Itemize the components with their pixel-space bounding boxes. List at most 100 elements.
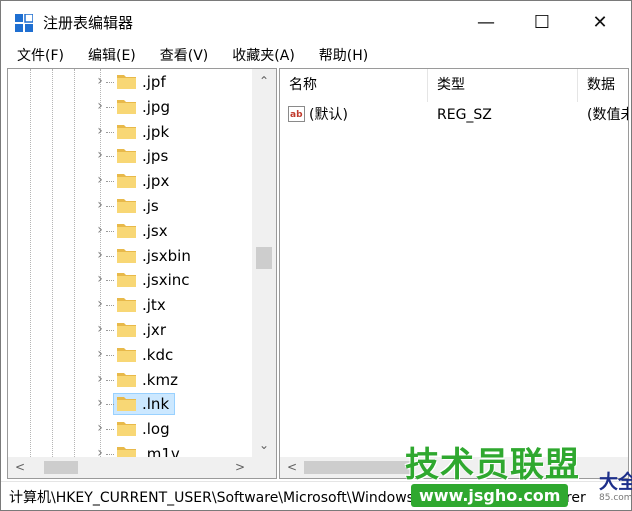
folder-icon bbox=[117, 447, 136, 457]
tree-item[interactable]: › .log bbox=[8, 417, 252, 441]
chevron-right-icon[interactable]: › bbox=[94, 98, 106, 114]
tree-item-label: .jtx bbox=[142, 296, 166, 315]
chevron-right-icon[interactable]: › bbox=[94, 247, 106, 263]
menu-view[interactable]: 查看(V) bbox=[152, 45, 217, 65]
tree-item-label: .jsx bbox=[142, 221, 168, 240]
scroll-up-arrow-icon[interactable]: ⌃ bbox=[252, 71, 276, 91]
folder-icon bbox=[117, 397, 136, 412]
tree-connector-line bbox=[106, 379, 114, 381]
tree-horizontal-scroll-thumb[interactable] bbox=[44, 461, 78, 474]
folder-icon bbox=[117, 124, 136, 139]
tree-item-label: .jpg bbox=[142, 97, 170, 116]
tree-connector-line bbox=[106, 454, 114, 455]
close-icon: ✕ bbox=[592, 11, 608, 33]
tree-item-label: .jpk bbox=[142, 122, 170, 141]
watermark-brand: 技术员联盟 bbox=[405, 445, 580, 485]
tree-item[interactable]: › .jsxbin bbox=[8, 244, 252, 268]
tree-item[interactable]: › .jpk bbox=[8, 120, 252, 144]
chevron-right-icon[interactable]: › bbox=[94, 172, 106, 188]
folder-icon bbox=[117, 248, 136, 263]
chevron-right-icon[interactable]: › bbox=[94, 346, 106, 362]
column-header-name[interactable]: 名称 bbox=[280, 69, 428, 102]
tree-connector-line bbox=[106, 206, 114, 207]
svg-text:ab: ab bbox=[290, 110, 303, 120]
tree-vertical-scrollbar[interactable]: ⌃ ⌄ bbox=[252, 69, 276, 457]
tree-item[interactable]: › .js bbox=[8, 194, 252, 218]
tree-item[interactable]: › .jpx bbox=[8, 169, 252, 193]
folder-icon bbox=[117, 149, 136, 164]
tree-item[interactable]: › .jsx bbox=[8, 219, 252, 243]
value-type: REG_SZ bbox=[437, 107, 492, 123]
title-bar[interactable]: 注册表编辑器 — ☐ ✕ bbox=[1, 1, 631, 43]
chevron-right-icon[interactable]: › bbox=[94, 197, 106, 213]
chevron-right-icon[interactable]: › bbox=[94, 371, 106, 387]
tree-horizontal-scrollbar[interactable]: < > bbox=[8, 457, 252, 478]
menu-file[interactable]: 文件(F) bbox=[9, 45, 72, 65]
tree-item-label: .jpf bbox=[142, 73, 166, 91]
tree-item[interactable]: › .lnk bbox=[8, 392, 252, 416]
tree-item-label: .jsxinc bbox=[142, 271, 190, 290]
tree-item-label: .jps bbox=[142, 147, 169, 166]
folder-icon bbox=[117, 174, 136, 189]
registry-editor-app-icon bbox=[15, 14, 33, 32]
tree-item[interactable]: › .jtx bbox=[8, 293, 252, 317]
key-tree[interactable]: › .jpf › .jpg › .jpk › .jps › .jpx › .js › .jsx › .jsxb… bbox=[8, 69, 252, 457]
menu-edit[interactable]: 编辑(E) bbox=[80, 45, 144, 65]
tree-item-label: .jpx bbox=[142, 172, 170, 191]
tree-item[interactable]: › .kdc bbox=[8, 343, 252, 367]
watermark-small: 85.com bbox=[599, 493, 632, 503]
chevron-right-icon[interactable]: › bbox=[94, 420, 106, 436]
chevron-right-icon[interactable]: › bbox=[94, 395, 106, 411]
chevron-right-icon[interactable]: › bbox=[94, 321, 106, 337]
tree-item[interactable]: › .jsxinc bbox=[8, 268, 252, 292]
scroll-left-arrow-icon[interactable]: < bbox=[282, 457, 302, 478]
chevron-right-icon[interactable]: › bbox=[94, 123, 106, 139]
list-horizontal-scroll-thumb[interactable] bbox=[304, 461, 414, 474]
tree-connector-line bbox=[106, 106, 114, 108]
folder-icon bbox=[117, 223, 136, 238]
tree-item[interactable]: › .jxr bbox=[8, 318, 252, 342]
minimize-button[interactable]: — bbox=[463, 1, 509, 43]
scrollbar-corner bbox=[252, 457, 276, 478]
maximize-button[interactable]: ☐ bbox=[519, 1, 565, 43]
tree-vertical-scroll-thumb[interactable] bbox=[256, 247, 272, 269]
chevron-right-icon[interactable]: › bbox=[94, 445, 106, 457]
tree-item[interactable]: › .jpg bbox=[8, 95, 252, 119]
key-tree-pane[interactable]: › .jpf › .jpg › .jpk › .jps › .jpx › .js › .jsx › .jsxb… bbox=[7, 68, 277, 479]
value-list-pane[interactable]: 名称 类型 数据 ab (默认) REG_SZ (数值未 < bbox=[279, 68, 629, 479]
scroll-down-arrow-icon[interactable]: ⌄ bbox=[252, 435, 276, 455]
tree-connector-line bbox=[106, 255, 114, 257]
menu-favorites[interactable]: 收藏夹(A) bbox=[224, 45, 303, 65]
column-header-type[interactable]: 类型 bbox=[428, 69, 578, 102]
minimize-icon: — bbox=[477, 11, 495, 33]
chevron-right-icon[interactable]: › bbox=[94, 147, 106, 163]
folder-icon bbox=[117, 273, 136, 288]
chevron-right-icon[interactable]: › bbox=[94, 222, 106, 238]
tree-connector-line bbox=[106, 131, 114, 133]
tree-item[interactable]: › .m1v bbox=[8, 442, 252, 457]
tree-item[interactable]: › .jpf bbox=[8, 70, 252, 94]
menu-help[interactable]: 帮助(H) bbox=[311, 45, 376, 65]
tree-item[interactable]: › .kmz bbox=[8, 368, 252, 392]
tree-connector-line bbox=[106, 354, 114, 356]
tree-connector-line bbox=[106, 156, 114, 158]
tree-item-label: .kmz bbox=[142, 370, 178, 389]
tree-connector-line bbox=[106, 404, 114, 406]
menu-bar: 文件(F) 编辑(E) 查看(V) 收藏夹(A) 帮助(H) bbox=[1, 43, 631, 67]
window-title: 注册表编辑器 bbox=[43, 14, 134, 32]
scroll-right-arrow-icon[interactable]: > bbox=[230, 457, 250, 478]
tree-item[interactable]: › .jps bbox=[8, 144, 252, 168]
scroll-left-arrow-icon[interactable]: < bbox=[10, 457, 30, 478]
chevron-right-icon[interactable]: › bbox=[94, 296, 106, 312]
close-button[interactable]: ✕ bbox=[577, 1, 623, 43]
folder-icon bbox=[117, 422, 136, 437]
chevron-right-icon[interactable]: › bbox=[94, 73, 106, 89]
tree-item-label: .js bbox=[142, 197, 159, 215]
value-name: (默认) bbox=[309, 107, 348, 123]
column-header-data[interactable]: 数据 bbox=[578, 69, 628, 102]
folder-icon bbox=[117, 347, 136, 362]
folder-icon bbox=[117, 372, 136, 387]
value-row-default[interactable]: ab (默认) REG_SZ (数值未 bbox=[280, 103, 628, 127]
tree-item-label: .m1v bbox=[142, 445, 180, 457]
chevron-right-icon[interactable]: › bbox=[94, 271, 106, 287]
